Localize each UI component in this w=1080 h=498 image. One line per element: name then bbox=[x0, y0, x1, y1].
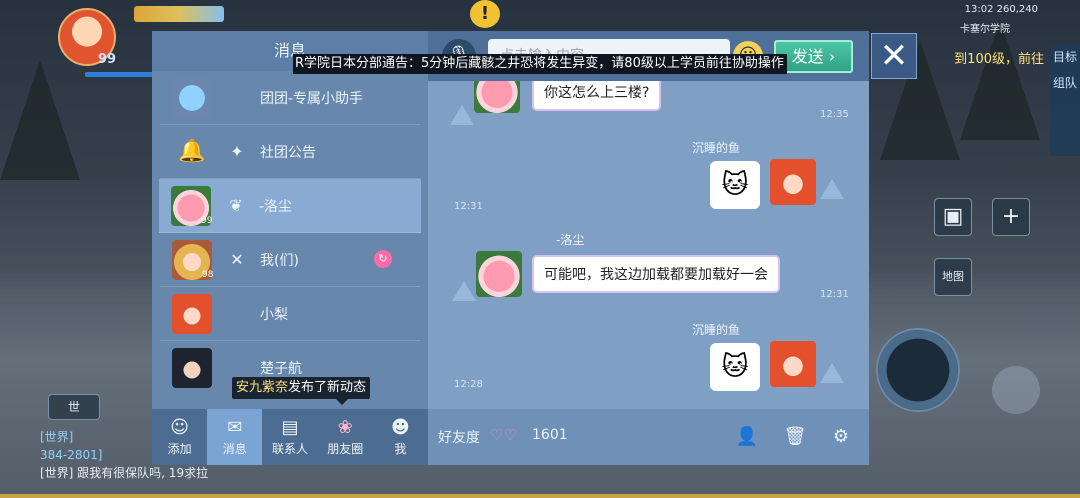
chat-line: [世界] bbox=[40, 430, 74, 444]
chat-line: [世界] 跟我有很保队吗, 19求拉 bbox=[40, 466, 209, 480]
contact-level: 98 bbox=[202, 270, 214, 280]
contact-item[interactable]: 🔔 ✦ 社团公告 bbox=[160, 125, 420, 179]
nav-messages[interactable]: ✉ 消息 bbox=[207, 409, 263, 465]
player-hp-bar bbox=[85, 72, 153, 77]
nav-label: 联系人 bbox=[272, 441, 309, 456]
pig-avatar bbox=[474, 81, 520, 113]
chat-channel-button[interactable]: 世 bbox=[48, 394, 100, 420]
empty-tag bbox=[226, 357, 248, 379]
contact-name: 我(们) bbox=[260, 252, 299, 269]
hearts-icon: ♡♡ bbox=[490, 426, 517, 444]
sender-name: -洛尘 bbox=[556, 233, 585, 247]
message-bubble: 可能吧，我这边加载都要加载好一会 bbox=[532, 255, 780, 293]
status-time: 13:02 260,240 bbox=[964, 4, 1038, 15]
nav-label: 添加 bbox=[167, 441, 192, 456]
gear-icon[interactable]: ⚙ bbox=[829, 425, 853, 449]
contact-item[interactable]: 98 ✕ 我(们) ↻ bbox=[160, 233, 420, 287]
nav-label: 我 bbox=[394, 441, 407, 456]
pig-avatar bbox=[476, 251, 522, 297]
empty-tag bbox=[226, 303, 248, 325]
triangle-deco bbox=[452, 281, 476, 301]
cross-swords-icon: ✕ bbox=[230, 250, 244, 269]
contact-level: 99 bbox=[201, 216, 213, 226]
me-icon: ☻ bbox=[391, 416, 410, 438]
message-time: 12:35 bbox=[820, 109, 849, 120]
moments-icon: ❀ bbox=[337, 416, 353, 438]
messages-panel: 消息 团团-专属小助手 🔔 ✦ 社团公告 99 ❦ -洛尘 98 ✕ 我(们) … bbox=[152, 31, 428, 465]
buff-icons bbox=[134, 6, 224, 22]
contact-name: -洛尘 bbox=[259, 198, 293, 215]
red-hair-avatar bbox=[172, 293, 212, 334]
leaf-icon: ❦ bbox=[229, 196, 243, 215]
quest-tracker[interactable]: 到100级，前往 bbox=[954, 48, 1044, 67]
nav-me[interactable]: ☻ 我 bbox=[373, 409, 428, 465]
contact-item[interactable]: 团团-专属小助手 bbox=[160, 71, 420, 125]
close-button[interactable]: ✕ bbox=[871, 33, 917, 79]
contact-name: 楚子航 bbox=[260, 361, 302, 377]
sender-name: 沉睡的鱼 bbox=[692, 323, 741, 337]
map-button[interactable]: 地图 bbox=[934, 258, 972, 296]
cat-sticker-icon: 🐱 bbox=[710, 343, 760, 391]
dragon-avatar bbox=[172, 77, 212, 118]
nav-contacts[interactable]: ▤ 联系人 bbox=[262, 409, 317, 465]
nav-label: 朋友圈 bbox=[327, 441, 364, 456]
contacts-icon: ▤ bbox=[281, 416, 299, 438]
message-time: 12:31 bbox=[454, 201, 483, 212]
moments-tooltip[interactable]: 安九紫奈发布了新动态 bbox=[232, 377, 370, 399]
dark-hair-avatar bbox=[172, 348, 212, 388]
contact-item[interactable]: 99 ❦ -洛尘 bbox=[159, 179, 421, 233]
alert-icon[interactable]: ! bbox=[470, 0, 500, 28]
exp-bar bbox=[0, 494, 1080, 498]
contact-name: 社团公告 bbox=[260, 144, 316, 161]
bottom-nav: ☺ 添加 ✉ 消息 ▤ 联系人 ❀ 朋友圈 ☻ 我 bbox=[152, 409, 428, 465]
friendship-value: 1601 bbox=[532, 427, 568, 443]
message-time: 12:28 bbox=[454, 379, 483, 390]
nav-moments[interactable]: ❀ 朋友圈 bbox=[318, 409, 373, 465]
profile-icon[interactable]: 👤 bbox=[735, 425, 759, 449]
red-hair-avatar bbox=[770, 341, 816, 387]
mail-icon: ✉ bbox=[227, 416, 243, 438]
tab-target[interactable]: 目标 bbox=[1050, 44, 1080, 70]
contact-name: 小梨 bbox=[260, 306, 288, 323]
message-time: 12:31 bbox=[820, 289, 849, 300]
triangle-deco bbox=[820, 363, 844, 383]
plus-icon[interactable]: + bbox=[992, 198, 1030, 236]
player-level: 99 bbox=[98, 52, 117, 67]
world-chat[interactable]: [世界] 384-2801] [世界] 跟我有很保队吗, 19求拉 bbox=[40, 428, 209, 482]
add-user-icon: ☺ bbox=[170, 416, 189, 438]
empty-tag bbox=[226, 87, 248, 109]
contact-name: 团团-专属小助手 bbox=[260, 90, 364, 107]
cat-sticker-icon: 🐱 bbox=[710, 161, 760, 209]
nav-add[interactable]: ☺ 添加 bbox=[152, 409, 207, 465]
sender-name: 沉睡的鱼 bbox=[692, 141, 741, 155]
side-tabs[interactable]: 目标 组队 bbox=[1050, 44, 1080, 156]
message-bubble: 你这怎么上三楼? bbox=[532, 81, 662, 111]
chat-history[interactable]: 你这怎么上三楼? 12:35 沉睡的鱼 🐱 12:31 -洛尘 可能吧，我这边加… bbox=[428, 81, 869, 409]
chat-panel: 🎙 ☺ 发送 › 你这怎么上三楼? 12:35 沉睡的鱼 🐱 12:31 -洛尘… bbox=[428, 31, 869, 465]
skill-button[interactable] bbox=[992, 366, 1040, 414]
contact-item[interactable]: 小梨 bbox=[160, 287, 420, 341]
nav-label: 消息 bbox=[222, 441, 247, 456]
red-hair-avatar bbox=[770, 159, 816, 205]
trash-icon[interactable]: 🗑 bbox=[783, 425, 807, 449]
friendship-label: 好友度 bbox=[438, 430, 480, 446]
announcement-banner: R学院日本分部通告：5分钟后藏骸之井恐将发生异变，请80级以上学员前往协助操作 bbox=[293, 54, 787, 74]
chat-footer: 好友度 ♡♡ 1601 👤 🗑 ⚙ bbox=[428, 409, 869, 465]
triangle-deco bbox=[820, 179, 844, 199]
refresh-badge-icon: ↻ bbox=[374, 250, 392, 268]
map-name: 卡塞尔学院 bbox=[960, 24, 1010, 35]
tab-team[interactable]: 组队 bbox=[1050, 70, 1080, 96]
attack-joystick[interactable] bbox=[876, 328, 960, 412]
chat-line: 384-2801] bbox=[40, 448, 103, 462]
triangle-deco bbox=[450, 105, 474, 125]
star-icon: ✦ bbox=[230, 142, 244, 161]
bell-icon: 🔔 bbox=[178, 138, 206, 164]
tooltip-arrow bbox=[336, 399, 348, 405]
bag-icon[interactable]: ▣ bbox=[934, 198, 972, 236]
